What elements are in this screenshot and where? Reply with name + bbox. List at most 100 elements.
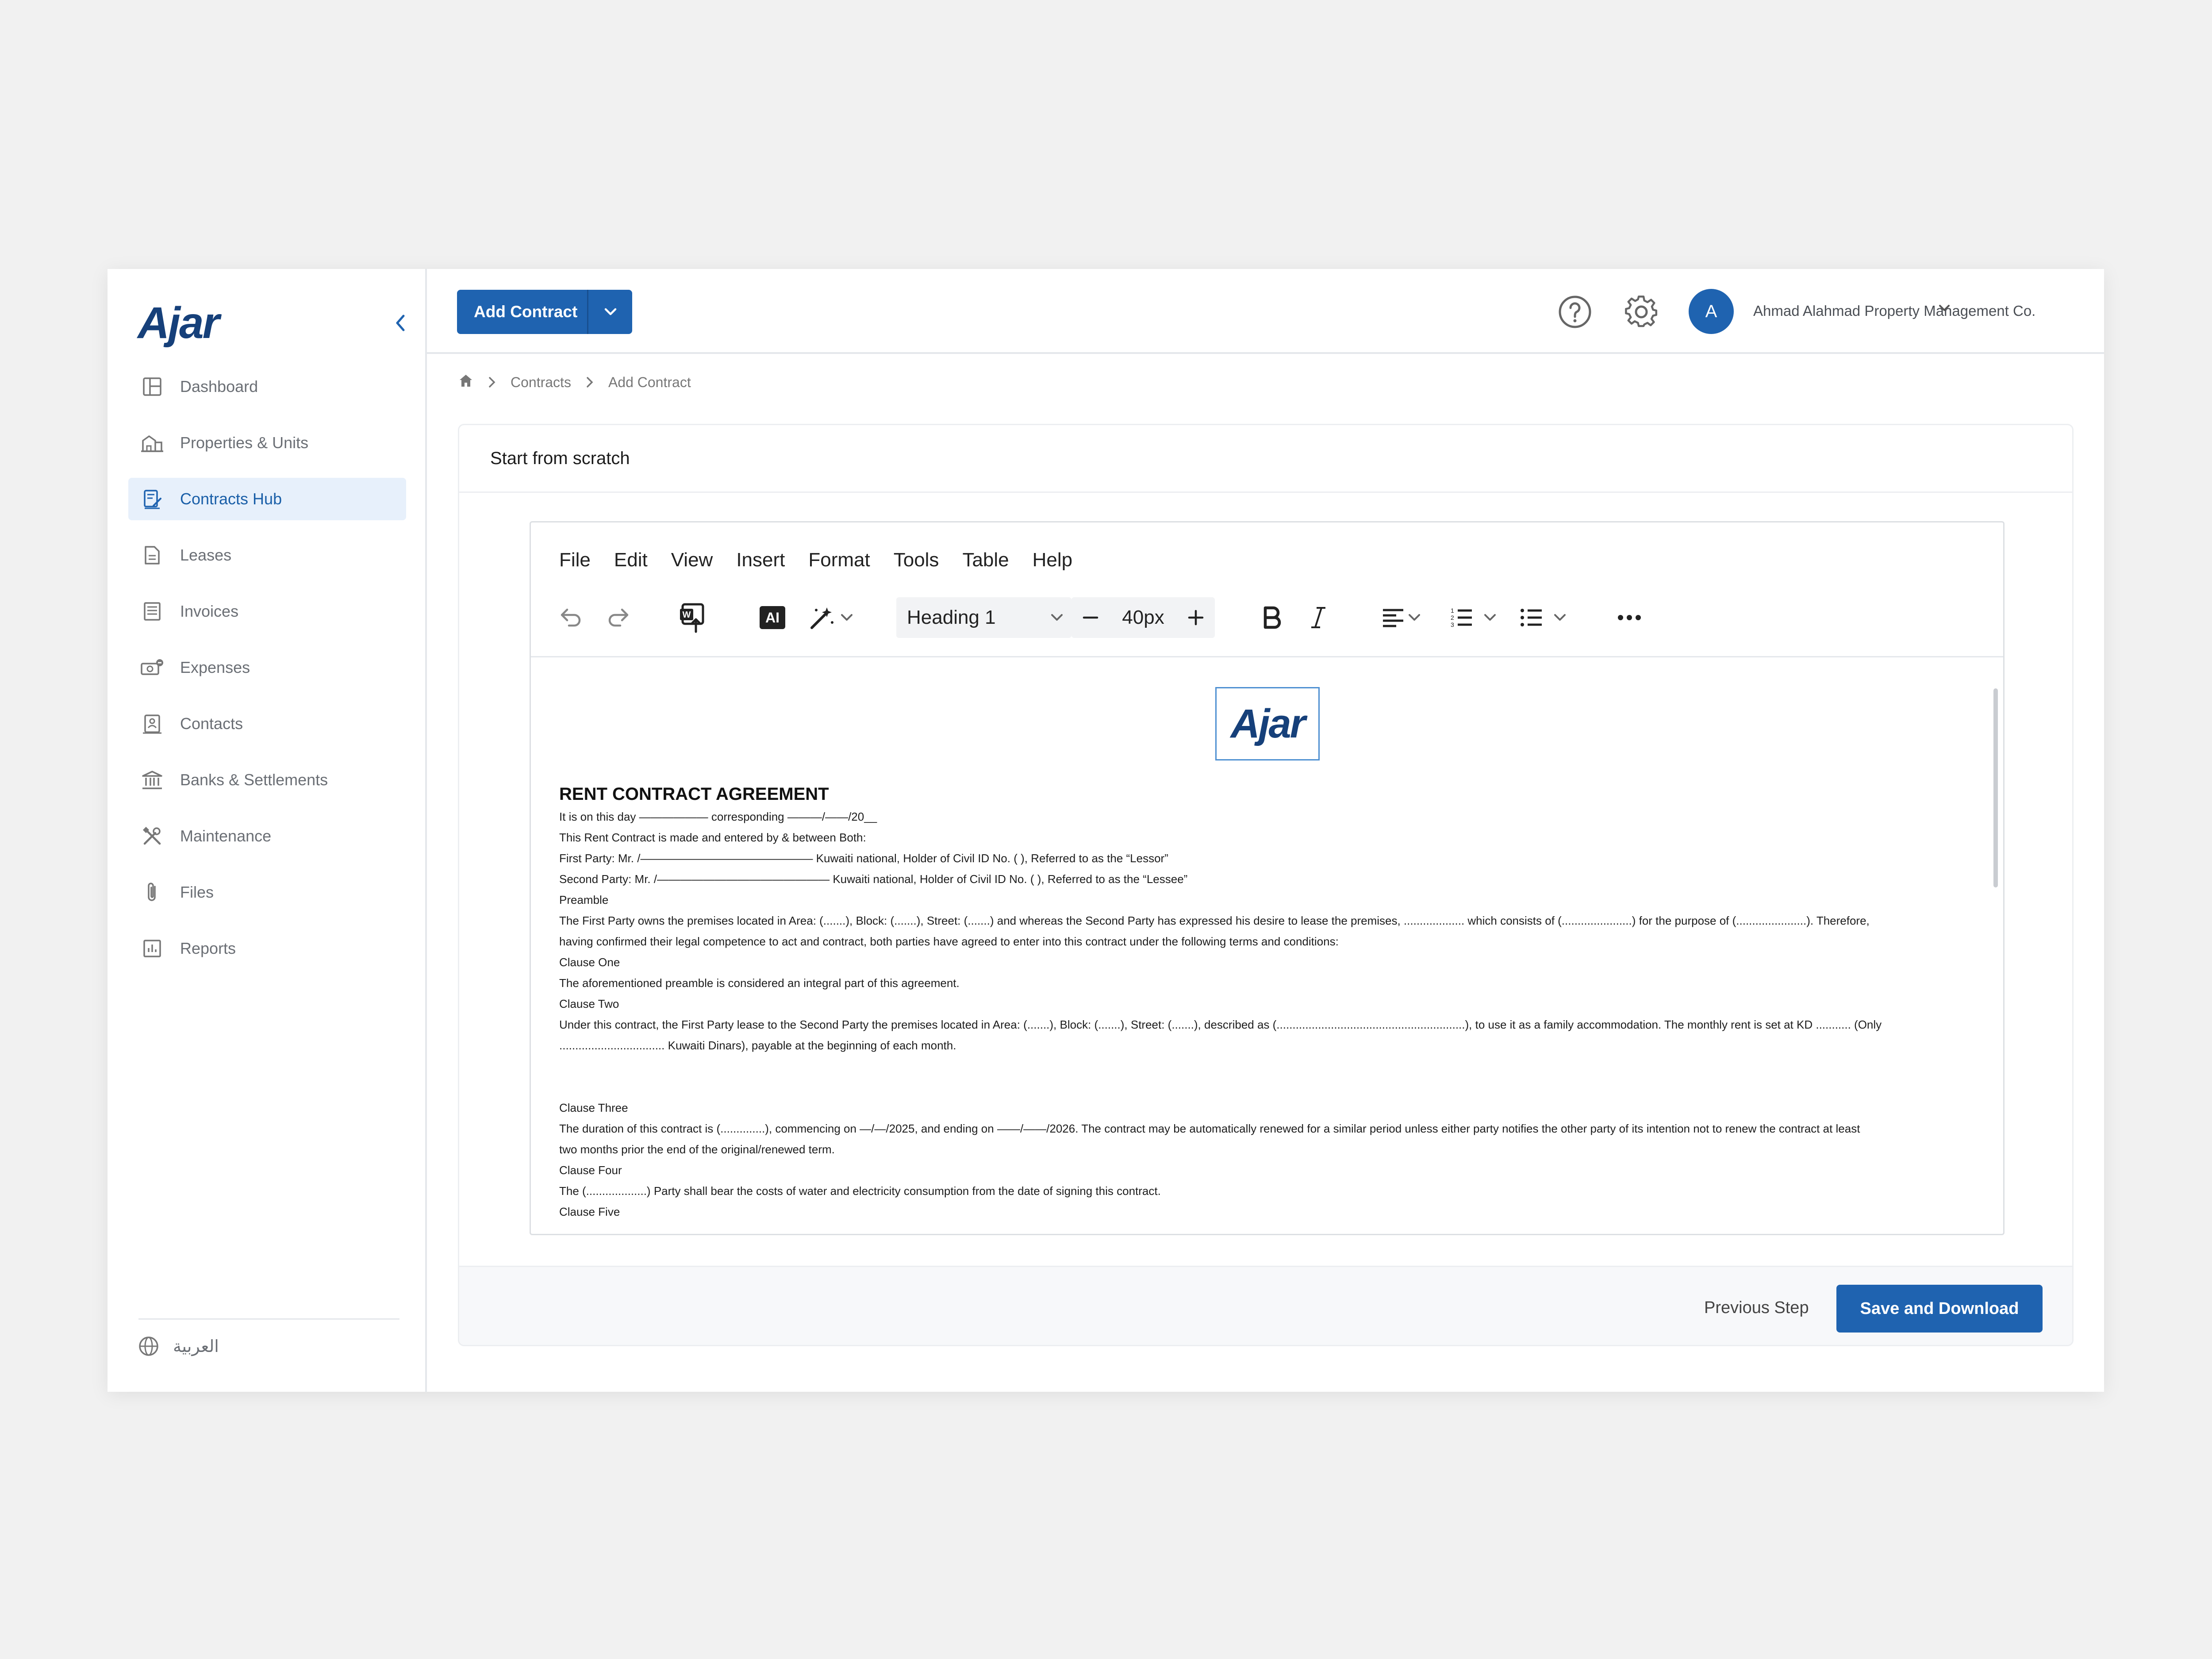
sidebar-item-expenses[interactable]: Expenses [128, 646, 406, 689]
redo-button[interactable] [605, 600, 632, 635]
chevron-down-icon [604, 308, 616, 315]
save-and-download-button[interactable]: Save and Download [1836, 1285, 2043, 1333]
svg-text:1: 1 [1451, 607, 1454, 614]
decrease-font-size-button[interactable] [1071, 615, 1110, 620]
document-paragraph: The aforementioned preamble is considere… [559, 976, 960, 990]
sidebar-item-banks[interactable]: Banks & Settlements [128, 759, 406, 801]
sidebar-item-label: Reports [180, 939, 236, 957]
contact-icon [140, 712, 164, 736]
menu-help[interactable]: Help [1033, 549, 1073, 571]
document-logo[interactable]: Ajar [1215, 687, 1320, 760]
magic-wand-dropdown[interactable] [807, 600, 854, 635]
breadcrumb-contracts[interactable]: Contracts [511, 374, 571, 391]
numbered-list-dropdown[interactable]: 123 [1450, 600, 1498, 635]
paperclip-icon [140, 880, 164, 904]
document-paragraph: ................................. Kuwait… [559, 1039, 956, 1052]
svg-text:2: 2 [1451, 614, 1454, 621]
italic-icon [1311, 607, 1325, 628]
document-icon [140, 543, 164, 567]
add-contract-dropdown-button[interactable] [588, 290, 632, 334]
menu-insert[interactable]: Insert [736, 549, 785, 571]
menu-edit[interactable]: Edit [614, 549, 648, 571]
app-logo[interactable]: Ajar [138, 298, 220, 349]
sidebar-item-contracts-hub[interactable]: Contracts Hub [128, 478, 406, 520]
font-size-value[interactable]: 40px [1110, 607, 1177, 629]
card-divider [459, 492, 2072, 493]
building-icon [140, 431, 164, 455]
document-paragraph: It is on this day —————— corresponding —… [559, 810, 877, 823]
undo-button[interactable] [557, 600, 584, 635]
chevron-down-icon [841, 614, 853, 621]
layout-icon [140, 375, 164, 399]
block-style-select[interactable]: Heading 1 [896, 597, 1071, 638]
tools-icon [140, 824, 164, 848]
sidebar-item-label: Contacts [180, 714, 243, 733]
editor-menubar: File Edit View Insert Format Tools Table… [559, 549, 1096, 571]
chevron-right-icon [586, 376, 593, 388]
bullet-list-icon [1521, 609, 1542, 626]
magic-wand-icon [810, 607, 833, 629]
document-scrollbar[interactable] [1993, 688, 1998, 887]
align-dropdown[interactable] [1381, 600, 1422, 635]
more-horizontal-icon [1618, 615, 1641, 620]
more-options-button[interactable] [1617, 600, 1642, 635]
numbered-list-icon: 123 [1451, 607, 1472, 628]
italic-button[interactable] [1310, 600, 1327, 635]
block-style-value: Heading 1 [907, 607, 996, 628]
account-dropdown[interactable] [1938, 303, 1951, 315]
chevron-down-icon [1409, 614, 1420, 621]
increase-font-size-button[interactable] [1177, 610, 1215, 626]
document-paragraph: Clause Three [559, 1101, 628, 1114]
home-icon[interactable] [458, 373, 473, 391]
menu-table[interactable]: Table [962, 549, 1009, 571]
help-button[interactable] [1557, 294, 1593, 332]
top-bar: Add Contract A Ahmad Alahmad Property Ma… [427, 269, 2104, 354]
breadcrumb-add-contract: Add Contract [608, 374, 691, 390]
bold-button[interactable] [1261, 600, 1282, 635]
menu-view[interactable]: View [671, 549, 713, 571]
document-paragraph: Preamble [559, 893, 609, 906]
bullet-list-dropdown[interactable] [1520, 600, 1567, 635]
redo-icon [608, 608, 629, 627]
menu-file[interactable]: File [559, 549, 591, 571]
document-canvas[interactable]: Ajar RENT CONTRACT AGREEMENT It is on th… [531, 657, 2003, 1234]
collapse-sidebar-button[interactable] [391, 313, 410, 333]
undo-icon [561, 608, 581, 627]
bank-icon [140, 768, 164, 792]
language-switch[interactable]: العربية [138, 1335, 219, 1357]
settings-button[interactable] [1624, 294, 1659, 332]
editor-toolbar: W AI Heading 1 40px 1 2 3 [531, 591, 2003, 644]
company-name[interactable]: Ahmad Alahmad Property Management Co. [1753, 303, 2035, 319]
document-title: RENT CONTRACT AGREEMENT [559, 784, 829, 804]
chevron-left-icon [396, 315, 405, 331]
sidebar-item-label: Expenses [180, 658, 250, 676]
sidebar-item-dashboard[interactable]: Dashboard [128, 365, 406, 408]
sidebar-item-reports[interactable]: Reports [128, 927, 406, 970]
chevron-right-icon [488, 376, 495, 388]
sidebar-item-properties[interactable]: Properties & Units [128, 422, 406, 464]
chevron-down-icon [1484, 614, 1496, 621]
rich-text-editor: File Edit View Insert Format Tools Table… [530, 521, 2005, 1235]
menu-tools[interactable]: Tools [894, 549, 939, 571]
sidebar-item-maintenance[interactable]: Maintenance [128, 815, 406, 857]
sidebar-item-label: Banks & Settlements [180, 771, 328, 789]
menu-format[interactable]: Format [808, 549, 870, 571]
chevron-down-icon [1939, 305, 1950, 311]
add-contract-button[interactable]: Add Contract [457, 303, 587, 321]
invoice-icon [140, 599, 164, 623]
document-body[interactable]: RENT CONTRACT AGREEMENT It is on this da… [559, 783, 1944, 1222]
sidebar-item-contacts[interactable]: Contacts [128, 703, 406, 745]
import-word-button[interactable]: W [678, 600, 707, 635]
user-avatar[interactable]: A [1689, 289, 1734, 334]
sidebar-item-label: Files [180, 883, 214, 901]
svg-text:3: 3 [1451, 621, 1454, 628]
previous-step-button[interactable]: Previous Step [1704, 1298, 1809, 1317]
word-import-icon: W [680, 603, 704, 633]
sidebar-item-invoices[interactable]: Invoices [128, 590, 406, 633]
document-paragraph: Second Party: Mr. /——————————————— Kuwai… [559, 872, 1188, 886]
sidebar-item-leases[interactable]: Leases [128, 534, 406, 576]
sidebar-item-files[interactable]: Files [128, 871, 406, 914]
document-paragraph: First Party: Mr. /——————————————— Kuwait… [559, 852, 1168, 865]
sidebar-nav: Dashboard Properties & Units Contracts H… [128, 365, 406, 983]
ai-assistant-button[interactable]: AI [759, 600, 786, 635]
